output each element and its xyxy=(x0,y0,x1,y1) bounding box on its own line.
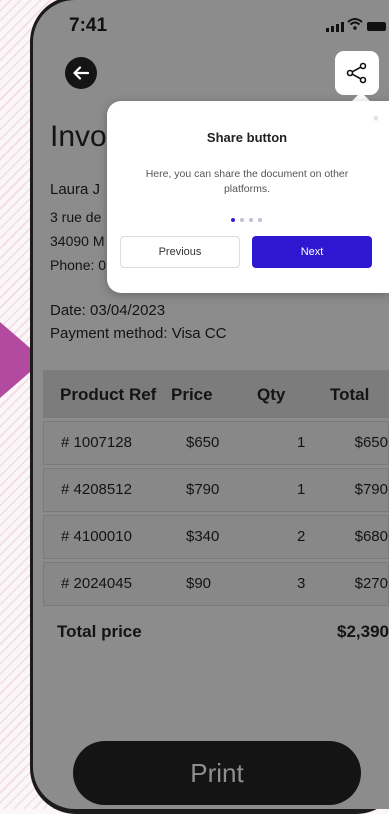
cell-price: $650 xyxy=(186,434,220,451)
table-header: Product Ref Price Qty Total xyxy=(43,370,389,418)
tooltip-body: Here, you can share the document on othe… xyxy=(145,168,349,195)
cell-total: $790 xyxy=(354,481,388,498)
status-time: 7:41 xyxy=(69,15,108,36)
invoice-table: Product Ref Price Qty Total # 1007128 $6… xyxy=(43,370,389,606)
customer-phone: Phone: 0 xyxy=(50,257,107,273)
cell-total: $650 xyxy=(354,434,388,451)
signal-icon xyxy=(326,22,344,32)
table-body: # 1007128 $650 1 $650 # 4208512 $790 1 $… xyxy=(43,421,389,606)
table-row: # 4100010 $340 2 $680 xyxy=(43,515,389,559)
share-icon xyxy=(346,62,367,84)
cell-qty: 3 xyxy=(297,575,306,592)
total-price-label: Total price xyxy=(57,622,142,641)
cell-total: $680 xyxy=(354,528,388,545)
back-button[interactable] xyxy=(65,57,97,89)
header-price: Price xyxy=(171,385,213,404)
print-button[interactable]: Print xyxy=(73,741,361,805)
step-indicator xyxy=(231,218,262,222)
cell-price: $340 xyxy=(186,528,220,545)
onboarding-tooltip: × Share button Here, you can share the d… xyxy=(107,101,389,293)
next-button[interactable]: Next xyxy=(252,236,372,268)
cell-qty: 1 xyxy=(297,481,306,498)
step-dot xyxy=(258,218,262,222)
arrow-left-icon xyxy=(73,66,89,80)
step-dot xyxy=(240,218,244,222)
cell-qty: 1 xyxy=(297,434,306,451)
total-price-value: $2,390 xyxy=(337,622,389,641)
status-bar: 7:41 xyxy=(33,0,389,40)
header-total: Total xyxy=(330,385,370,404)
close-icon[interactable]: × xyxy=(373,113,379,125)
payment-method: Payment method: Visa CC xyxy=(50,325,227,342)
invoice-screen: 7:41 Invoice Laura J 3 rue de 34090 M Ph… xyxy=(33,0,389,809)
wifi-icon xyxy=(347,18,363,30)
table-row: # 2024045 $90 3 $270 xyxy=(43,562,389,606)
customer-address-line1: 3 rue de xyxy=(50,209,102,225)
step-dot xyxy=(231,218,235,222)
step-dot xyxy=(249,218,253,222)
cell-product-ref: # 4100010 xyxy=(61,528,132,545)
battery-icon xyxy=(367,22,386,31)
share-button[interactable] xyxy=(335,51,379,95)
invoice-date: Date: 03/04/2023 xyxy=(50,302,166,319)
header-product-ref: Product Ref xyxy=(60,385,157,404)
cell-qty: 2 xyxy=(297,528,306,545)
cell-product-ref: # 2024045 xyxy=(61,575,132,592)
customer-name: Laura J xyxy=(50,181,101,198)
cell-product-ref: # 4208512 xyxy=(61,481,132,498)
previous-button[interactable]: Previous xyxy=(120,236,240,268)
customer-address-line2: 34090 M xyxy=(50,233,105,249)
cell-price: $90 xyxy=(186,575,212,592)
table-row: # 1007128 $650 1 $650 xyxy=(43,421,389,465)
cell-product-ref: # 1007128 xyxy=(61,434,132,451)
header-qty: Qty xyxy=(257,385,286,404)
cell-total: $270 xyxy=(354,575,388,592)
table-row: # 4208512 $790 1 $790 xyxy=(43,468,389,512)
cell-price: $790 xyxy=(186,481,220,498)
tooltip-title: Share button xyxy=(206,130,288,145)
